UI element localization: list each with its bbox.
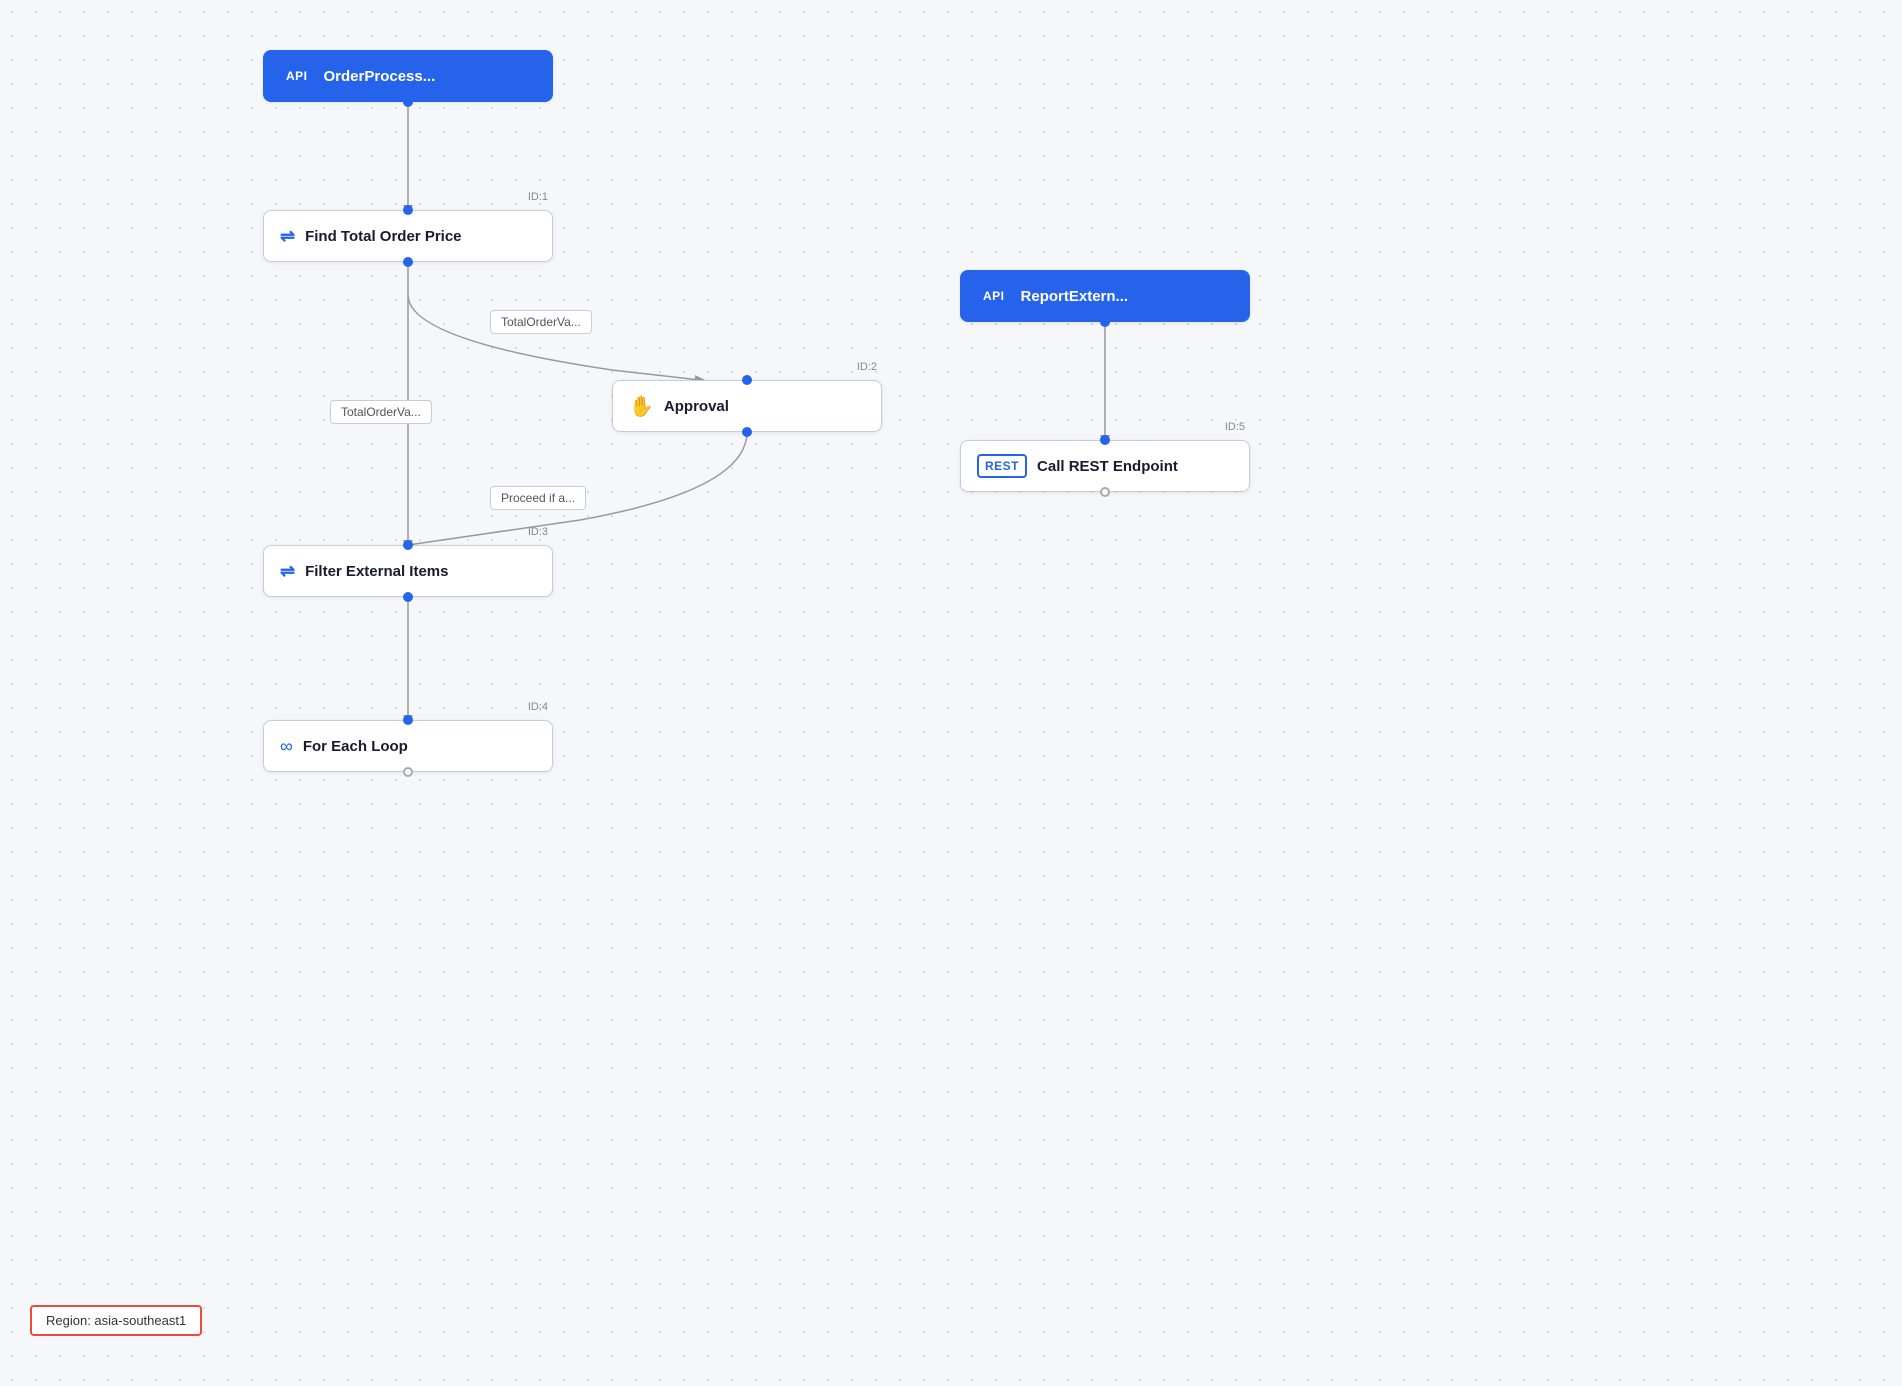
node-approval-label: Approval	[664, 398, 729, 415]
node-for-each-id: ID:4	[528, 701, 548, 713]
connector-dot-report-extern-out	[1100, 317, 1110, 327]
edge-label-proceed-if: Proceed if a...	[490, 486, 586, 510]
rest-badge: REST	[977, 454, 1027, 478]
node-report-extern[interactable]: API ReportExtern...	[960, 270, 1250, 322]
connector-dot-find-total-out	[403, 257, 413, 267]
node-report-extern-label: ReportExtern...	[1021, 288, 1129, 305]
node-call-rest-id: ID:5	[1225, 421, 1245, 433]
connector-dot-order-process-out	[403, 97, 413, 107]
connector-dot-for-each-out	[403, 767, 413, 777]
connector-dot-approval-out	[742, 427, 752, 437]
connector-dot-filter-external-out	[403, 592, 413, 602]
api-badge: API	[280, 66, 314, 86]
node-filter-external-id: ID:3	[528, 526, 548, 538]
connector-dot-find-total-in	[403, 205, 413, 215]
node-find-total-id: ID:1	[528, 191, 548, 203]
api-badge-report: API	[977, 286, 1011, 306]
node-filter-external[interactable]: ID:3 ⇌ Filter External Items	[263, 545, 553, 597]
connector-dot-call-rest-out	[1100, 487, 1110, 497]
region-badge: Region: asia-southeast1	[30, 1305, 202, 1336]
node-filter-external-label: Filter External Items	[305, 563, 448, 580]
node-call-rest[interactable]: ID:5 REST Call REST Endpoint	[960, 440, 1250, 492]
node-for-each[interactable]: ID:4 ∞ For Each Loop	[263, 720, 553, 772]
node-order-process-label: OrderProcess...	[324, 68, 436, 85]
hand-icon-approval: ✋	[629, 394, 654, 419]
loop-icon-for-each: ∞	[280, 736, 293, 757]
connector-dot-approval-in	[742, 375, 752, 385]
node-approval-id: ID:2	[857, 361, 877, 373]
filter-icon-find-total: ⇌	[280, 226, 295, 247]
filter-icon-filter-external: ⇌	[280, 561, 295, 582]
connector-dot-for-each-in	[403, 715, 413, 725]
connector-layer	[0, 0, 1902, 1386]
edge-label-total-order-va-2: TotalOrderVa...	[330, 400, 432, 424]
connector-dot-filter-external-in	[403, 540, 413, 550]
edge-label-total-order-va-1: TotalOrderVa...	[490, 310, 592, 334]
node-call-rest-label: Call REST Endpoint	[1037, 458, 1178, 475]
node-find-total[interactable]: ID:1 ⇌ Find Total Order Price	[263, 210, 553, 262]
workflow-canvas[interactable]: API OrderProcess... ID:1 ⇌ Find Total Or…	[0, 0, 1902, 1386]
node-order-process[interactable]: API OrderProcess...	[263, 50, 553, 102]
region-badge-label: Region: asia-southeast1	[46, 1313, 186, 1328]
connector-dot-call-rest-in	[1100, 435, 1110, 445]
node-approval[interactable]: ID:2 ✋ Approval	[612, 380, 882, 432]
node-for-each-label: For Each Loop	[303, 738, 408, 755]
node-find-total-label: Find Total Order Price	[305, 228, 461, 245]
